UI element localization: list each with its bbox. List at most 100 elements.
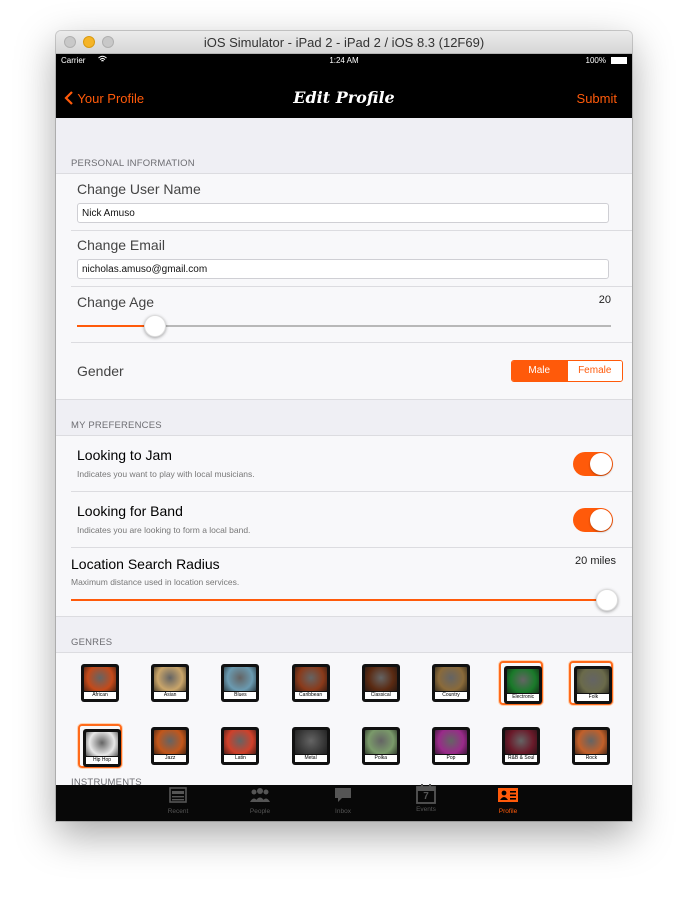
submit-button[interactable]: Submit: [577, 91, 617, 106]
preferences-header: MY PREFERENCES: [71, 420, 162, 431]
personal-info-header: PERSONAL INFORMATION: [71, 158, 195, 169]
chat-bubble-icon: [335, 788, 351, 802]
genres-header: GENRES: [71, 637, 113, 648]
genre-image: [577, 669, 610, 693]
genre-label: Country: [435, 692, 467, 699]
genre-card: Metal: [291, 727, 330, 765]
email-field[interactable]: [77, 259, 609, 279]
genre-tile-country[interactable]: Country: [429, 661, 473, 705]
jam-toggle[interactable]: [573, 452, 613, 476]
genre-tile-polka[interactable]: Polka: [359, 724, 403, 768]
genre-card: Pop: [432, 727, 470, 765]
window-title: iOS Simulator - iPad 2 - iPad 2 / iOS 8.…: [203, 35, 485, 50]
genre-tile-rock[interactable]: Rock: [569, 724, 613, 768]
genre-tile-asian[interactable]: Asian: [148, 661, 192, 705]
genre-image: [364, 730, 397, 754]
personal-info-section: Change User Name Change Email Change Age…: [56, 174, 632, 399]
genre-tile-pop[interactable]: Pop: [429, 724, 473, 768]
tab-people[interactable]: People: [230, 787, 290, 815]
people-icon: [250, 788, 270, 802]
battery-percent: 100%: [585, 56, 606, 65]
genre-image: [86, 732, 118, 756]
genre-card: Caribbean: [291, 664, 330, 702]
page-title: Edit Profile: [293, 88, 395, 107]
age-slider-knob[interactable]: [143, 315, 166, 337]
genre-card: Folk: [574, 666, 613, 704]
genre-card: Blues: [221, 664, 260, 702]
genre-label: Jazz: [154, 755, 187, 762]
genre-tile-metal[interactable]: Metal: [289, 724, 333, 768]
genre-label: Electronic: [507, 694, 540, 701]
genre-label: African: [84, 692, 116, 699]
genre-image: [435, 667, 467, 691]
radius-value: 20 miles: [575, 555, 616, 567]
genre-tile-blues[interactable]: Blues: [218, 661, 262, 705]
age-value: 20: [598, 294, 611, 306]
genre-tile-classical[interactable]: Classical: [359, 661, 403, 705]
genre-image: [224, 667, 257, 691]
email-label: Change Email: [77, 237, 165, 253]
genres-section: African Asian Blues Caribbean Classical Count…: [56, 653, 632, 787]
genre-card: Jazz: [151, 727, 190, 765]
simulator-window: iOS Simulator - iPad 2 - iPad 2 / iOS 8.…: [56, 31, 632, 821]
band-toggle[interactable]: [573, 508, 613, 532]
username-field[interactable]: [77, 203, 609, 223]
radius-slider-knob[interactable]: [596, 589, 618, 611]
genre-label: Classical: [364, 692, 397, 699]
calendar-icon: 7: [416, 784, 436, 804]
preferences-section: Looking to Jam Indicates you want to pla…: [56, 436, 632, 616]
genre-card: Country: [432, 664, 470, 702]
radius-slider[interactable]: [71, 588, 618, 612]
status-bar: Carrier 1:24 AM 100%: [56, 54, 632, 68]
genre-label: Polka: [364, 755, 397, 762]
jam-description: Indicates you want to play with local mu…: [77, 469, 255, 479]
genre-tile-r-b-soul[interactable]: R&B & Soul: [499, 724, 543, 768]
profile-card-icon: [498, 788, 518, 802]
genre-tile-folk[interactable]: Folk: [569, 661, 614, 705]
genre-image: [154, 730, 187, 754]
genre-card: Asian: [151, 664, 190, 702]
genre-card: R&B & Soul: [502, 727, 541, 765]
device-screen: Carrier 1:24 AM 100% Your Profile Edit P…: [56, 54, 632, 821]
genre-label: Metal: [294, 755, 327, 762]
tab-events[interactable]: 7 Events: [396, 784, 456, 813]
calendar-day: 7: [423, 791, 429, 802]
band-label: Looking for Band: [77, 503, 183, 519]
jam-label: Looking to Jam: [77, 447, 172, 463]
genre-card: Latin: [221, 727, 260, 765]
status-time: 1:24 AM: [329, 56, 359, 65]
genre-tile-electronic[interactable]: Electronic: [499, 661, 544, 705]
genre-label: Caribbean: [294, 692, 327, 699]
genre-image: [294, 667, 327, 691]
navigation-bar: Your Profile Edit Profile Submit: [56, 68, 632, 118]
genre-image: [154, 667, 187, 691]
gender-segmented-control[interactable]: Male Female: [511, 360, 623, 382]
genre-card: Classical: [361, 664, 400, 702]
genre-tile-african[interactable]: African: [78, 661, 122, 705]
genre-label: Rock: [575, 755, 608, 762]
genre-card: Rock: [572, 727, 611, 765]
tab-recent[interactable]: Recent: [148, 787, 208, 815]
genre-tile-caribbean[interactable]: Caribbean: [289, 661, 333, 705]
radius-description: Maximum distance used in location servic…: [71, 577, 240, 587]
tab-inbox[interactable]: Inbox: [313, 787, 373, 815]
gender-option-male[interactable]: Male: [512, 361, 567, 381]
genre-image: [224, 730, 257, 754]
gender-option-female[interactable]: Female: [566, 361, 622, 381]
genre-tile-jazz[interactable]: Jazz: [148, 724, 192, 768]
tab-profile[interactable]: Profile: [478, 787, 538, 815]
genre-label: Hip Hop: [86, 757, 118, 764]
genre-tile-hip-hop[interactable]: Hip Hop: [78, 724, 122, 768]
genre-image: [507, 669, 540, 693]
genre-image: [435, 730, 467, 754]
genre-label: Latin: [224, 755, 257, 762]
age-slider[interactable]: [77, 314, 611, 338]
genre-image: [575, 730, 608, 754]
tab-people-label: People: [249, 808, 271, 815]
genre-tile-latin[interactable]: Latin: [218, 724, 262, 768]
tab-recent-label: Recent: [167, 808, 189, 815]
band-description: Indicates you are looking to form a loca…: [77, 525, 251, 535]
genre-card: Electronic: [504, 666, 543, 704]
username-label: Change User Name: [77, 181, 201, 197]
genre-card: Polka: [361, 727, 400, 765]
